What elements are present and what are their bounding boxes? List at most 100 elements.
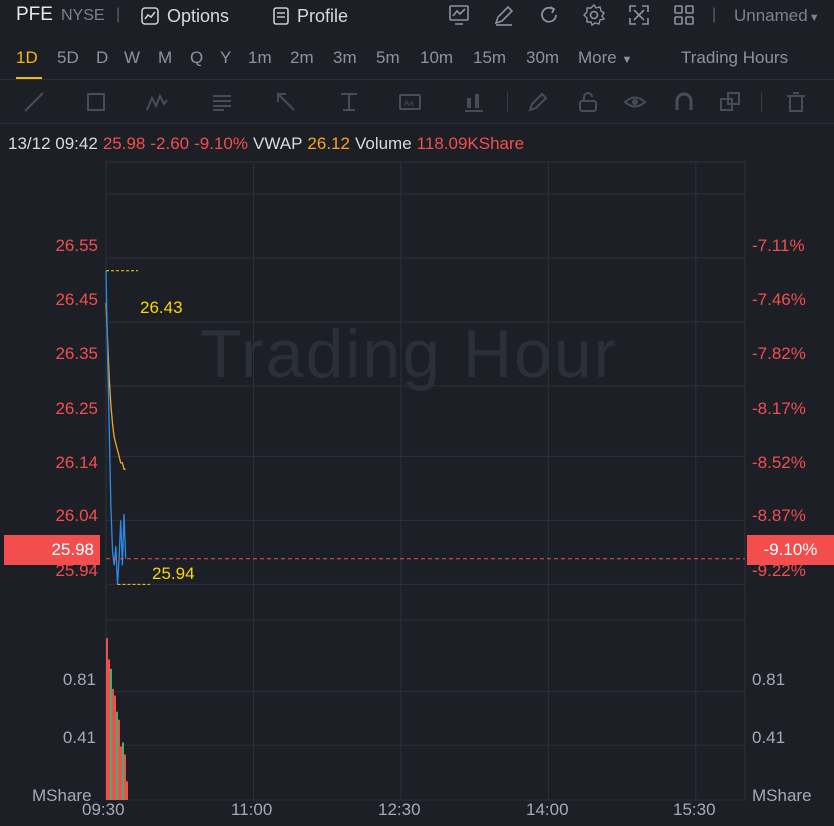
text-tool-icon[interactable]: Aa: [398, 90, 422, 114]
price-axis-label: 26.55: [55, 236, 98, 255]
current-price-tag: 25.98: [4, 535, 100, 565]
volume-bars: [106, 638, 128, 800]
price-line-tool-icon[interactable]: [337, 90, 361, 114]
indicator-tool-icon[interactable]: [462, 90, 486, 114]
chart-style-icon[interactable]: [447, 3, 471, 27]
volume-bar: [112, 688, 114, 800]
quote-price: 25.98: [102, 134, 146, 153]
chart-area[interactable]: Trading Hour 26.55 26.45 26.35 26.25 26.…: [0, 160, 834, 826]
lock-icon[interactable]: [576, 90, 600, 114]
time-axis-label: 09:30: [82, 800, 125, 819]
volume-bar: [120, 746, 122, 800]
chart-canvas: [105, 161, 746, 801]
volume-label: Volume: [354, 134, 412, 153]
period-q[interactable]: Q: [190, 48, 203, 68]
period-15m[interactable]: 15m: [473, 48, 506, 68]
fullscreen-icon[interactable]: [627, 3, 651, 27]
caret-down-icon: ▼: [808, 12, 820, 24]
quote-change: -2.60: [150, 134, 190, 153]
grid-layout-icon[interactable]: [672, 3, 696, 27]
volume-axis-label: 0.41: [62, 728, 96, 747]
vwap-value: 26.12: [307, 134, 350, 153]
volume-bar: [108, 659, 110, 800]
vwap-label: VWAP: [252, 134, 303, 153]
line-tool-icon[interactable]: [22, 90, 46, 114]
volume-bar: [124, 754, 126, 800]
period-3m[interactable]: 3m: [333, 48, 357, 68]
toolbar-separator: |: [712, 6, 717, 23]
quote-info-bar: 13/12 09:42 25.98 -2.60 -9.10% VWAP 26.1…: [0, 128, 834, 158]
pct-axis-label: -7.46%: [752, 290, 806, 309]
rectangle-tool-icon[interactable]: [84, 90, 108, 114]
trash-icon[interactable]: [784, 90, 808, 114]
pct-axis-label: -7.82%: [752, 344, 806, 363]
top-toolbar: PFE NYSE | Options Profile | Unnamed▼: [0, 0, 834, 34]
volume-bar: [110, 668, 112, 800]
layout-name-label: Unnamed: [734, 6, 808, 25]
layers-icon[interactable]: [718, 90, 742, 114]
price-axis-label: 26.45: [55, 290, 98, 309]
volume-value: 118.09KShare: [416, 134, 525, 153]
period-30m[interactable]: 30m: [526, 48, 559, 68]
period-w[interactable]: W: [124, 48, 140, 68]
volume-axis-label: 0.41: [752, 728, 786, 747]
pattern-tool-icon[interactable]: [145, 90, 169, 114]
chart-grid: [105, 161, 746, 801]
more-periods-dropdown[interactable]: More ▼: [578, 48, 632, 68]
period-m[interactable]: M: [158, 48, 172, 68]
caret-down-icon: ▼: [621, 54, 633, 66]
toolbar-separator: |: [116, 6, 121, 23]
volume-unit-label: MShare: [752, 786, 812, 805]
draw-pen-icon[interactable]: [492, 3, 516, 27]
quote-datetime: 13/12 09:42: [8, 134, 98, 153]
period-1m[interactable]: 1m: [248, 48, 272, 68]
pct-axis-label: -8.87%: [752, 506, 806, 525]
drawing-toolbar: Aa: [0, 80, 834, 124]
price-axis-label: 26.25: [55, 399, 98, 418]
settings-icon[interactable]: [582, 3, 606, 27]
options-button[interactable]: Options: [140, 3, 229, 29]
more-label: More: [578, 48, 617, 67]
price-axis-label: 26.14: [55, 453, 98, 472]
profile-label: Profile: [297, 5, 349, 26]
period-10m[interactable]: 10m: [420, 48, 453, 68]
period-1d[interactable]: 1D: [16, 48, 38, 68]
time-axis-label: 11:00: [231, 800, 273, 819]
layout-name-dropdown[interactable]: Unnamed▼: [734, 6, 820, 26]
active-period-indicator: [16, 77, 42, 79]
current-pct-tag: -9.10%: [747, 535, 834, 565]
volume-bar: [106, 638, 108, 800]
time-axis-label: 14:00: [526, 800, 569, 819]
low-price-annotation: 25.94: [152, 564, 195, 583]
toolbar-divider: [507, 92, 508, 112]
profile-button[interactable]: Profile: [272, 3, 348, 29]
period-d[interactable]: D: [96, 48, 108, 68]
eye-icon[interactable]: [623, 90, 647, 114]
profile-doc-icon: [273, 7, 289, 25]
trading-hours-dropdown[interactable]: Trading Hours: [681, 48, 788, 68]
trading-hour-watermark: Trading Hour: [200, 316, 619, 392]
symbol-ticker[interactable]: PFE: [16, 4, 53, 26]
refresh-icon[interactable]: [537, 3, 561, 27]
high-price-annotation: 26.43: [140, 298, 183, 317]
time-axis-label: 15:30: [673, 800, 716, 819]
period-5m[interactable]: 5m: [376, 48, 400, 68]
pct-axis-label: -8.52%: [752, 453, 806, 472]
period-y[interactable]: Y: [220, 48, 231, 68]
period-2m[interactable]: 2m: [290, 48, 314, 68]
pct-axis-label: -7.11%: [752, 236, 805, 255]
brush-icon[interactable]: [526, 90, 550, 114]
volume-bar: [114, 695, 116, 800]
fibonacci-tool-icon[interactable]: [210, 90, 234, 114]
price-line: [105, 270, 127, 585]
volume-axis-label: 0.81: [62, 670, 96, 689]
volume-bar: [122, 742, 124, 800]
price-axis-label: 26.35: [55, 344, 98, 363]
volume-bar: [118, 719, 120, 800]
exchange-label: NYSE: [61, 7, 105, 24]
period-5d[interactable]: 5D: [57, 48, 79, 68]
arrow-tool-icon[interactable]: [274, 90, 298, 114]
toolbar-divider: [761, 92, 762, 112]
volume-bar: [116, 711, 118, 800]
magnet-icon[interactable]: [672, 90, 696, 114]
